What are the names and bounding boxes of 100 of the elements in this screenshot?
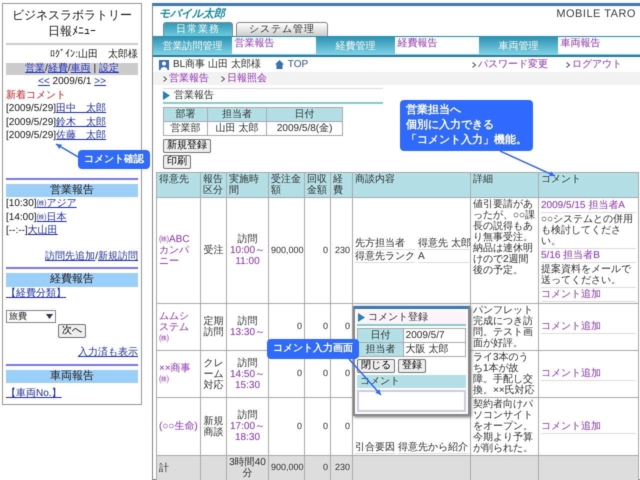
customer-link[interactable]: ㈱ABCカンパニー: [156, 198, 200, 304]
detail-text: パンフレット完成につき訪問。テスト画面が好評。: [470, 304, 538, 351]
current-date: 2009/6/1: [52, 76, 92, 87]
separator: |: [92, 62, 98, 74]
section-header: 経費報告: [6, 273, 138, 287]
detail-text: 契約者向けパソコンサイトをオープン。今期より予算が削られた。: [470, 398, 538, 456]
phone-title: 日報ﾒﾆｭｰ: [47, 24, 97, 39]
expense-select[interactable]: 旅費: [6, 310, 56, 323]
show-entered-link[interactable]: 入力済も表示: [78, 347, 138, 358]
customer-link[interactable]: ××商事㈱: [156, 350, 200, 398]
separator: /: [45, 62, 48, 74]
customer-link[interactable]: (○○生命): [156, 398, 200, 456]
dialog-button[interactable]: 登録: [398, 359, 426, 374]
column-header: コメント: [538, 172, 638, 198]
table-cell: クレーム対応: [200, 350, 226, 398]
callout-arrow: [348, 358, 382, 396]
menu-link[interactable]: 車両報告: [558, 37, 640, 54]
separator: /: [95, 250, 98, 262]
dropdown-icon: [46, 314, 53, 319]
menu-link[interactable]: 経費: [48, 62, 68, 74]
customer-link[interactable]: 大山田: [28, 225, 58, 236]
customer-link[interactable]: ㈱日本: [36, 212, 67, 223]
field-value: 大阪 太郎: [403, 342, 466, 357]
table-cell: 受注: [200, 198, 226, 304]
add-comment-link[interactable]: コメント追加: [541, 321, 601, 332]
phone-title: ビジネスラボラトリー: [11, 8, 133, 23]
account-link[interactable]: パスワード変更: [478, 59, 548, 70]
commenter-link[interactable]: 佐藤 太郎: [56, 130, 106, 141]
comment-header: 5/16 担当者B: [541, 250, 601, 262]
column-header: 受注金額: [268, 172, 304, 198]
chevron-icon: [472, 62, 476, 68]
comment-input[interactable]: [357, 390, 466, 412]
vehicle-number-link[interactable]: 【車両No.】: [6, 388, 62, 400]
table-cell: 山田 太郎: [207, 122, 267, 136]
account-link[interactable]: ログアウト: [572, 59, 622, 70]
triangle-icon: [358, 313, 365, 322]
column-header: 日付: [266, 108, 342, 122]
total-cell: 3時間40分: [226, 456, 268, 480]
user-name: BL商事 山田 太郎様: [173, 59, 261, 70]
breadcrumb-link[interactable]: 日報照会: [227, 73, 267, 84]
visit-time-cell: 訪問 10:00～11:00: [226, 198, 268, 304]
total-cell: 230: [330, 456, 352, 480]
field-label: 先方担当者: [355, 238, 415, 250]
triangle-icon: [163, 91, 170, 100]
callout: コメント入力画面: [267, 339, 359, 359]
menu-link[interactable]: 営業報告: [232, 37, 316, 54]
login-name: ﾛｸﾞｲﾝ:山田 太郎様: [49, 49, 138, 62]
dialog-title: コメント登録: [368, 312, 428, 324]
field-label: 引合要因: [355, 442, 395, 454]
customer-link[interactable]: ムムシステム㈱: [156, 304, 200, 351]
column-header: 実施時間: [226, 172, 268, 198]
home-icon: [274, 60, 284, 70]
prev-link[interactable]: <<: [38, 76, 50, 87]
add-comment-link[interactable]: コメント追加: [541, 420, 601, 432]
chevron-icon: [163, 76, 167, 82]
menu-group-title: 経費管理: [334, 40, 376, 54]
visit-time-cell: 訪問 14:50～15:30: [226, 350, 268, 398]
callout-arrow: [500, 150, 556, 177]
chevron-icon: [221, 76, 225, 82]
section-title: 営業報告: [174, 90, 214, 102]
comment-text: ○○システムとの併用も検討してください。: [541, 214, 634, 248]
comment-header: 2009/5/15 担当者A: [541, 200, 626, 212]
next-link[interactable]: >>: [94, 76, 106, 87]
customer-link[interactable]: ㈱アジア: [36, 198, 77, 210]
add-comment-link[interactable]: コメント追加: [541, 368, 601, 380]
top-link[interactable]: TOP: [288, 59, 308, 70]
chevron-icon: [566, 62, 570, 68]
column-header: 担当者: [207, 108, 267, 122]
add-visit-link[interactable]: 訪問先追加: [45, 250, 96, 262]
total-label: 計: [156, 456, 200, 480]
column-header: 回収金額: [304, 172, 330, 198]
separator: /: [68, 62, 71, 74]
settings-link[interactable]: 設定: [98, 62, 119, 74]
menu-link[interactable]: 経費報告: [394, 37, 479, 54]
logo: モバイル太郎: [159, 8, 225, 20]
new-visit-link[interactable]: 新規訪問: [98, 250, 138, 262]
comment-text: 提案資料をメールで送ってください。: [541, 264, 631, 286]
brand-name: MOBILE TARO: [556, 8, 636, 20]
section-header: 車両報告: [6, 370, 138, 384]
menu-link[interactable]: 車両: [70, 62, 91, 74]
user-icon: [159, 60, 169, 70]
add-comment-link[interactable]: コメント追加: [541, 289, 601, 300]
commenter-link[interactable]: 田中 太郎: [56, 103, 106, 114]
action-button[interactable]: 新規登録: [163, 139, 211, 154]
action-button[interactable]: 印刷: [163, 155, 191, 170]
breadcrumb-link[interactable]: 営業報告: [169, 73, 209, 84]
callout: 営業担当へ 個別に入力できる 「コメント入力」機能。: [400, 100, 533, 151]
dialog-button[interactable]: 閉じる: [357, 359, 395, 374]
menu-group-title: 車両管理: [497, 40, 540, 54]
callout: コメント確認: [78, 150, 150, 169]
menu-link[interactable]: 営業: [25, 62, 46, 74]
tab[interactable]: システム管理: [236, 22, 328, 36]
commenter-link[interactable]: 鈴木 太郎: [56, 116, 106, 128]
column-header: 詳細: [470, 172, 538, 198]
callout-arrow: [56, 142, 80, 158]
new-comments-heading: 新着コメント: [6, 90, 66, 100]
next-button[interactable]: 次へ: [58, 324, 86, 338]
table-cell: 0: [268, 398, 304, 456]
expense-category-link[interactable]: 【経費分類】: [6, 288, 66, 299]
detail-text: 値引要請があったが、○○課長の説得もあり無事受注。納品は連休明けので2週間後の予定。: [470, 198, 538, 304]
